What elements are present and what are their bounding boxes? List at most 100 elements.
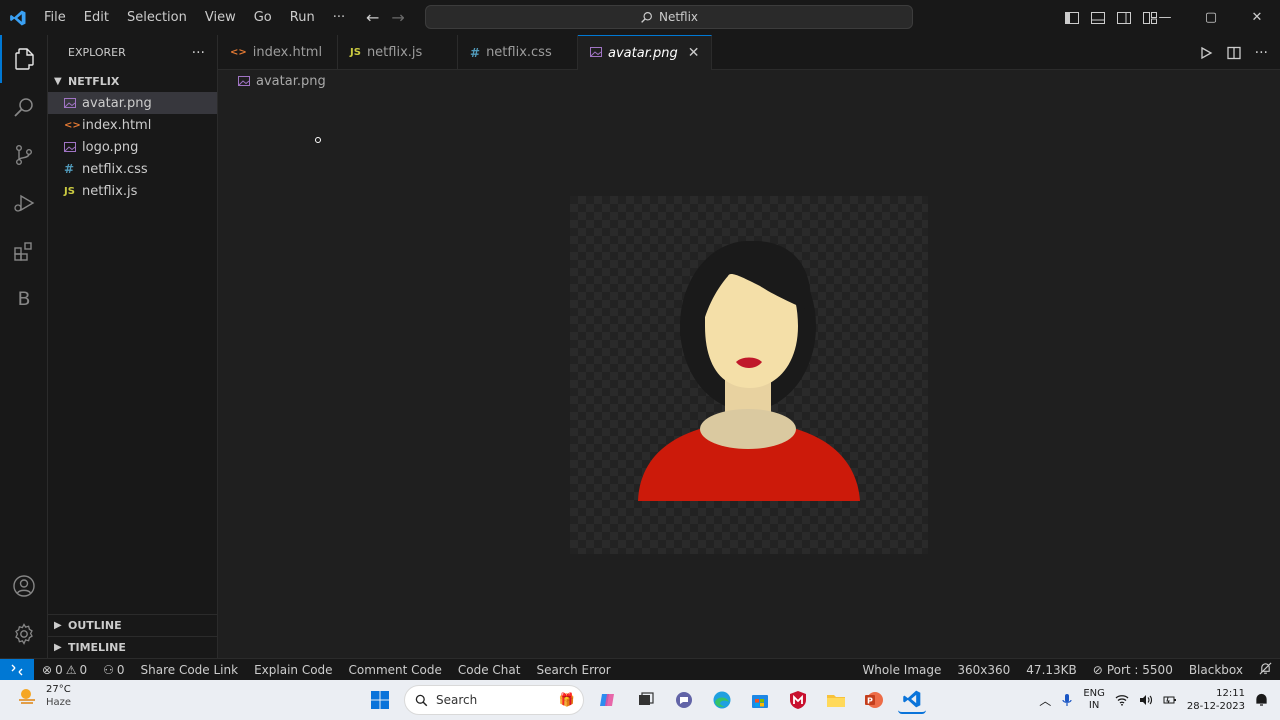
explorer-icon[interactable] [0,35,48,83]
close-window-button[interactable]: ✕ [1234,0,1280,35]
status-bar: ⊗ 0 ⚠ 0 ⚇ 0 Share Code Link Explain Code Co… [0,658,1280,681]
navigation-arrows: ← → [366,0,405,35]
battery-icon[interactable] [1163,694,1177,706]
back-arrow-icon[interactable]: ← [366,8,379,27]
menu-view[interactable]: View [196,0,245,35]
menu-go[interactable]: Go [245,0,281,35]
minimize-button[interactable]: — [1142,0,1188,35]
window-controls: — ▢ ✕ [1142,0,1280,35]
microsoft-store-icon[interactable] [746,686,774,714]
share-code-link[interactable]: Share Code Link [133,663,247,677]
remote-indicator-icon[interactable] [0,658,34,681]
notifications-bell-icon[interactable] [1251,662,1280,678]
breadcrumb-file[interactable]: avatar.png [256,74,326,89]
restore-button[interactable]: ▢ [1188,0,1234,35]
live-server-port[interactable]: ⊘ Port : 5500 [1085,663,1181,677]
code-chat[interactable]: Code Chat [450,663,529,677]
chevron-right-icon: ▶ [54,620,62,631]
file-name: logo.png [82,139,139,155]
vscode-logo-icon [0,0,35,35]
image-icon [64,97,82,109]
tab-label: netflix.css [486,45,552,60]
clock[interactable]: 12:11 28-12-2023 [1187,687,1245,713]
task-view-icon[interactable] [632,686,660,714]
copilot-icon[interactable] [594,686,622,714]
warning-icon: ⚠ [65,662,77,677]
edge-browser-icon[interactable] [708,686,736,714]
notification-bell-icon[interactable] [1255,693,1268,707]
toggle-primary-sidebar-icon[interactable] [1064,10,1080,26]
outline-label: OUTLINE [68,619,122,632]
menu-edit[interactable]: Edit [75,0,118,35]
chevron-right-icon: ▶ [54,642,62,653]
comment-code[interactable]: Comment Code [341,663,450,677]
activity-bar-bottom [0,562,48,658]
tab-index-html[interactable]: <> index.html [218,35,338,70]
more-actions-icon[interactable]: ··· [1255,45,1268,61]
timeline-section[interactable]: ▶ TIMELINE [48,636,218,658]
taskbar-apps: Search 🎁 P [366,680,926,720]
menu-file[interactable]: File [35,0,75,35]
run-debug-icon[interactable] [0,179,48,227]
menu-run[interactable]: Run [281,0,324,35]
blackbox-icon[interactable]: B [0,275,48,323]
file-netflix-css[interactable]: # netflix.css [48,158,217,180]
file-avatar-png[interactable]: avatar.png [48,92,217,114]
image-dimensions: 360x360 [957,663,1011,677]
file-netflix-js[interactable]: JS netflix.js [48,180,217,202]
outline-section[interactable]: ▶ OUTLINE [48,614,218,636]
tab-netflix-js[interactable]: JS netflix.js [338,35,458,70]
tab-avatar-png[interactable]: avatar.png ✕ [578,35,713,70]
weather-widget[interactable]: 27°C Haze [16,683,71,709]
taskbar-search[interactable]: Search 🎁 [404,685,584,715]
settings-gear-icon[interactable] [0,610,48,658]
vscode-taskbar-icon[interactable] [898,686,926,714]
zoom-mode[interactable]: Whole Image [854,663,949,677]
run-icon[interactable] [1199,46,1213,60]
search-error[interactable]: Search Error [528,663,618,677]
menu-selection[interactable]: Selection [118,0,196,35]
tab-netflix-css[interactable]: # netflix.css [458,35,578,70]
wifi-icon[interactable] [1115,694,1129,706]
broadcast-icon: ⚇ [103,662,114,677]
ports-indicator[interactable]: ⚇ 0 [95,663,132,677]
explain-code[interactable]: Explain Code [246,663,340,677]
command-center-label: Netflix [658,10,699,24]
blackbox-status[interactable]: Blackbox [1181,663,1251,677]
image-icon [590,46,602,61]
volume-icon[interactable] [1139,694,1153,706]
tab-label: avatar.png [608,45,678,61]
language-code: ENG [1083,688,1105,699]
js-icon: JS [350,47,361,58]
folder-name: NETFLIX [68,74,120,88]
teams-chat-icon[interactable] [670,686,698,714]
folder-netflix[interactable]: ▼ NETFLIX [48,70,217,92]
file-index-html[interactable]: <> index.html [48,114,217,136]
toggle-panel-icon[interactable] [1090,10,1106,26]
account-icon[interactable] [0,562,48,610]
show-hidden-icons-icon[interactable]: ︿ [1039,692,1051,709]
windows-start-icon[interactable] [366,686,394,714]
file-logo-png[interactable]: logo.png [48,136,217,158]
avatar-image-preview[interactable] [570,196,928,554]
file-explorer-icon[interactable] [822,686,850,714]
split-editor-icon[interactable] [1226,46,1241,60]
search-view-icon[interactable] [0,83,48,131]
problems-indicator[interactable]: ⊗ 0 ⚠ 0 [34,663,95,677]
microphone-icon[interactable] [1061,693,1073,707]
command-center-search[interactable]: Netflix [425,5,913,29]
image-icon [64,141,82,153]
explorer-more-button[interactable]: ··· [192,45,205,61]
source-control-icon[interactable] [0,131,48,179]
mouse-cursor [315,137,321,143]
extensions-icon[interactable] [0,227,48,275]
clock-date: 28-12-2023 [1186,701,1245,712]
chevron-down-icon: ▼ [54,75,62,87]
menu-more[interactable]: ··· [324,0,354,35]
close-icon[interactable]: ✕ [688,45,700,61]
language-indicator[interactable]: ENG IN [1083,688,1105,712]
powerpoint-icon[interactable]: P [860,686,888,714]
forward-arrow-icon[interactable]: → [391,8,404,27]
mcafee-icon[interactable] [784,686,812,714]
toggle-secondary-sidebar-icon[interactable] [1116,10,1132,26]
